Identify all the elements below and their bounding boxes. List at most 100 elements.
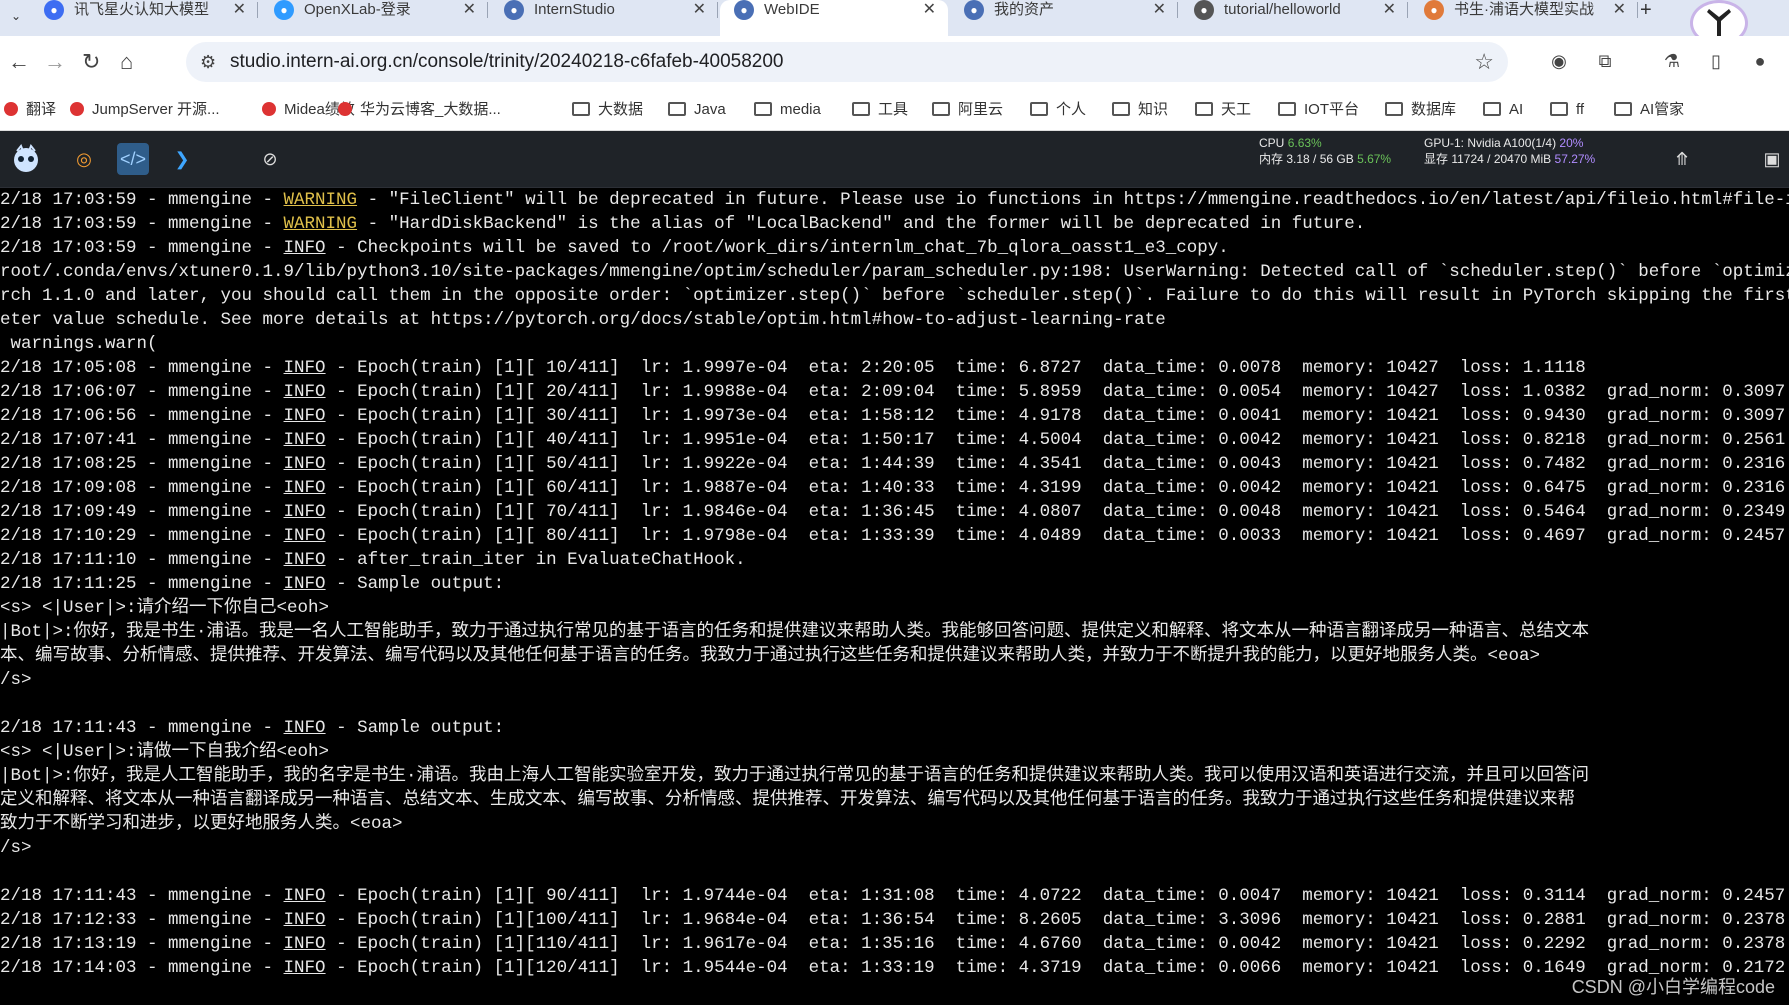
bookmark-item[interactable]: ff (1550, 100, 1584, 120)
bookmark-item[interactable]: 大数据 (572, 100, 643, 120)
log-level-badge: INFO (283, 502, 326, 522)
vram-value: 57.27% (1554, 152, 1596, 166)
intern-brand-icon[interactable]: ⤊ (1666, 143, 1698, 175)
bookmark-label: ff (1576, 101, 1585, 118)
bookmark-favicon-icon (70, 102, 84, 116)
tab-3[interactable]: ● InternStudio ✕ (490, 0, 718, 36)
line-message: - Epoch(train) [1][ 60/411] lr: 1.9887e-… (325, 478, 1786, 498)
tab-close-icon[interactable]: ✕ (1153, 0, 1166, 20)
tab-close-icon[interactable]: ✕ (693, 0, 706, 20)
bookmark-item[interactable]: AI (1483, 100, 1523, 120)
bookmark-item[interactable]: 个人 (1030, 100, 1086, 120)
tab-5[interactable]: ● 我的资产 ✕ (950, 0, 1178, 36)
terminal-line: 2/18 17:05:08 - mmengine - INFO - Epoch(… (0, 356, 1586, 380)
line-message: - Epoch(train) [1][ 20/411] lr: 1.9988e-… (325, 382, 1786, 402)
url-text[interactable]: studio.intern-ai.org.cn/console/trinity/… (230, 51, 783, 73)
folder-icon (668, 102, 686, 116)
bookmark-label: AI (1509, 101, 1524, 118)
log-level-badge: INFO (283, 238, 326, 258)
user-menu-icon[interactable]: ▣ (1756, 143, 1788, 175)
tab-separator (1177, 2, 1178, 18)
forward-icon[interactable]: → (44, 50, 66, 74)
bookmark-item[interactable]: 天工 (1195, 100, 1251, 120)
bookmark-item[interactable]: IOT平台 (1278, 100, 1359, 120)
ide-toolbar: ◎ </> ❯ ⊘ CPU 6.63% 内存 3.18 / 56 GB 5.67… (0, 131, 1789, 188)
side-panel-icon[interactable]: ▯ (1704, 49, 1728, 73)
line-text: 2/18 17:07:41 - mmengine - (0, 430, 284, 450)
compass-icon[interactable]: ⊘ (254, 143, 286, 175)
tab-search-icon[interactable]: ⌄ (6, 6, 26, 26)
tab-7[interactable]: ● 书生·浦语大模型实战 ✕ (1410, 0, 1638, 36)
bookmark-item[interactable]: 阿里云 (932, 100, 1003, 120)
new-tab-icon[interactable]: + (1640, 0, 1652, 20)
line-text: 2/18 17:03:59 - mmengine - (0, 238, 284, 258)
line-text: <s> <|User|>:请介绍一下你自己<eoh> (0, 598, 330, 618)
tab-close-icon[interactable]: ✕ (233, 0, 246, 20)
bookmark-label: 大数据 (598, 101, 644, 118)
terminal-line: 2/18 17:06:07 - mmengine - INFO - Epoch(… (0, 380, 1785, 404)
line-text: 2/18 17:09:49 - mmengine - (0, 502, 284, 522)
extension-icon[interactable]: ◉ (1547, 49, 1571, 73)
back-icon[interactable]: ← (8, 50, 30, 74)
log-level-badge: INFO (283, 358, 326, 378)
home-icon[interactable]: ⌂ (120, 50, 133, 74)
bookmark-item[interactable]: AI管家 (1614, 100, 1684, 120)
bookmark-item[interactable]: media (754, 100, 821, 120)
terminal-line: 2/18 17:03:59 - mmengine - WARNING - "Fi… (0, 188, 1789, 212)
log-level-badge: INFO (283, 718, 326, 738)
bookmark-item[interactable]: 华为云博客_大数据... (338, 100, 501, 120)
tab-close-icon[interactable]: ✕ (1613, 0, 1626, 20)
line-text: 2/18 17:11:43 - mmengine - (0, 718, 284, 738)
terminal-output[interactable]: 2/18 17:03:59 - mmengine - WARNING - "Fi… (0, 188, 1789, 1005)
bookmark-favicon-icon (338, 102, 352, 116)
omnibox[interactable]: ⚙ studio.intern-ai.org.cn/console/trinit… (186, 42, 1508, 82)
intern-logo-icon[interactable] (8, 143, 44, 175)
profile-icon[interactable]: ● (1748, 49, 1772, 73)
bookmark-item[interactable]: 工具 (852, 100, 908, 120)
line-message: - Checkpoints will be saved to /root/wor… (325, 238, 1229, 258)
folder-icon (1550, 102, 1568, 116)
bookmark-item[interactable]: JumpServer 开源... (70, 100, 220, 120)
bookmark-label: JumpServer 开源... (92, 101, 220, 118)
terminal-line: /s> (0, 668, 32, 692)
line-message: - Epoch(train) [1][ 90/411] lr: 1.9744e-… (325, 886, 1786, 906)
folder-icon (754, 102, 772, 116)
tab-2[interactable]: ● OpenXLab-登录 ✕ (260, 0, 488, 36)
tab-close-icon[interactable]: ✕ (1383, 0, 1396, 20)
labs-flask-icon[interactable]: ⚗ (1660, 49, 1684, 73)
bookmark-label: media (780, 101, 821, 118)
vscode-icon[interactable]: ❯ (166, 143, 198, 175)
terminal-line: 2/18 17:14:03 - mmengine - INFO - Epoch(… (0, 956, 1785, 980)
reload-icon[interactable]: ↻ (82, 50, 100, 74)
log-level-badge: WARNING (283, 190, 358, 210)
folder-icon (1385, 102, 1403, 116)
line-text: 2/18 17:06:07 - mmengine - (0, 382, 284, 402)
tab-6[interactable]: ● tutorial/helloworld ✕ (1180, 0, 1408, 36)
jupyter-icon[interactable]: ◎ (68, 143, 100, 175)
bookmark-star-icon[interactable]: ☆ (1474, 50, 1494, 74)
bookmark-label: IOT平台 (1304, 101, 1359, 118)
tab-1[interactable]: ● 讯飞星火认知大模型 ✕ (30, 0, 258, 36)
line-text: 2/18 17:11:43 - mmengine - (0, 886, 284, 906)
site-info-icon[interactable]: ⚙ (200, 52, 216, 72)
bookmark-item[interactable]: 翻译 (4, 100, 56, 120)
terminal-line: 2/18 17:03:59 - mmengine - INFO - Checkp… (0, 236, 1229, 260)
terminal-line: 致力于不断学习和进步，以更好地服务人类。<eoa> (0, 812, 403, 836)
folder-icon (1278, 102, 1296, 116)
terminal-line: 2/18 17:11:43 - mmengine - INFO - Epoch(… (0, 884, 1785, 908)
bookmark-item[interactable]: 数据库 (1385, 100, 1456, 120)
tab-4[interactable]: ● WebIDE ✕ (720, 0, 948, 36)
extensions-puzzle-icon[interactable]: ⧉ (1593, 49, 1617, 73)
terminal-line: 2/18 17:11:25 - mmengine - INFO - Sample… (0, 572, 504, 596)
terminal-icon[interactable]: </> (117, 143, 149, 175)
bookmark-item[interactable]: Java (668, 100, 726, 120)
terminal-line: warnings.warn( (0, 332, 158, 356)
tab-close-icon[interactable]: ✕ (463, 0, 476, 20)
log-level-badge: INFO (283, 454, 326, 474)
terminal-line: 2/18 17:09:49 - mmengine - INFO - Epoch(… (0, 500, 1785, 524)
bookmark-label: AI管家 (1640, 101, 1685, 118)
tab-label: WebIDE (764, 1, 820, 18)
bookmark-item[interactable]: 知识 (1112, 100, 1168, 120)
tab-close-icon[interactable]: ✕ (923, 0, 936, 20)
line-text: 2/18 17:06:56 - mmengine - (0, 406, 284, 426)
